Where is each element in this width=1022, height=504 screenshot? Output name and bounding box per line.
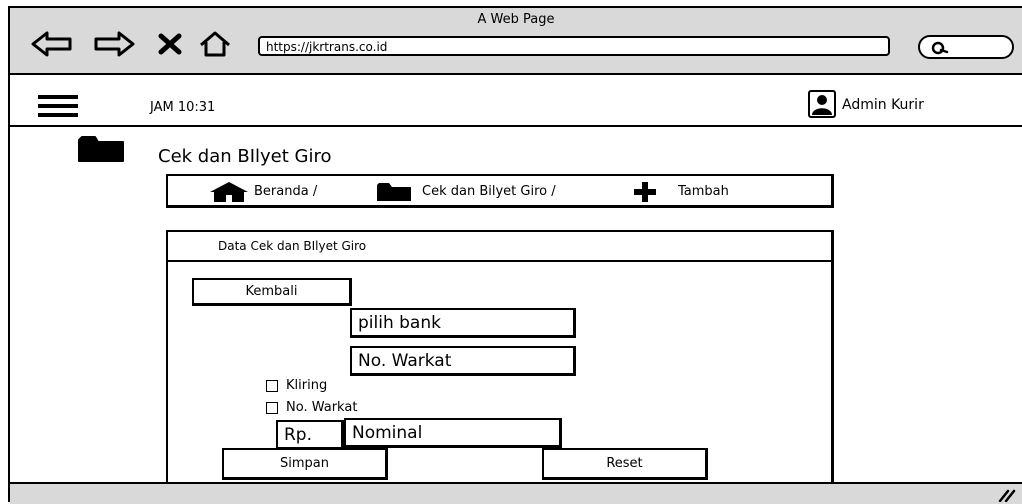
- page-title: Cek dan BIlyet Giro: [158, 146, 332, 167]
- kliring-label: Kliring: [286, 378, 328, 393]
- panel-header: Data Cek dan BIlyet Giro: [168, 232, 831, 262]
- form-panel: Data Cek dan BIlyet Giro Kembali pilih b…: [166, 230, 834, 500]
- browser-titlebar: A Web Page https://jkrtrans.co.id: [10, 8, 1022, 75]
- save-button[interactable]: Simpan: [222, 448, 388, 480]
- window-title: A Web Page: [477, 12, 555, 27]
- warkat-label: No. Warkat: [286, 400, 358, 415]
- browser-window: A Web Page https://jkrtrans.co.id JAM 10…: [8, 6, 1022, 504]
- status-bar: [10, 482, 1022, 504]
- currency-label: Rp.: [276, 420, 344, 450]
- clock-text: JAM 10:31: [150, 100, 216, 115]
- kliring-checkbox[interactable]: [266, 379, 278, 392]
- nominal-input[interactable]: Nominal: [344, 418, 562, 448]
- app-header: JAM 10:31 Admin Kurir: [10, 75, 1022, 127]
- avatar: [812, 95, 832, 115]
- reset-button[interactable]: Reset: [542, 448, 708, 480]
- breadcrumb-section[interactable]: Cek dan Bilyet Giro /: [422, 184, 556, 199]
- close-icon[interactable]: [158, 33, 182, 55]
- plus-icon: [634, 182, 656, 202]
- back-button[interactable]: Kembali: [192, 278, 352, 306]
- warkat-option[interactable]: No. Warkat: [266, 400, 357, 415]
- browser-search[interactable]: [918, 35, 1014, 59]
- folder-icon: [78, 136, 124, 162]
- breadcrumb-current: Tambah: [678, 184, 729, 199]
- warkat-input[interactable]: No. Warkat: [350, 346, 576, 376]
- user-name[interactable]: Admin Kurir: [842, 97, 924, 113]
- home-icon: [210, 182, 248, 202]
- resize-grip-icon[interactable]: [994, 486, 1016, 502]
- forward-arrow-icon[interactable]: [92, 30, 136, 58]
- back-arrow-icon[interactable]: [30, 30, 74, 58]
- breadcrumb-home[interactable]: Beranda /: [254, 184, 317, 199]
- warkat-checkbox[interactable]: [266, 401, 278, 414]
- folder-icon: [377, 183, 411, 201]
- url-input[interactable]: https://jkrtrans.co.id: [258, 36, 890, 56]
- search-icon: [931, 41, 949, 55]
- panel-title: Data Cek dan BIlyet Giro: [218, 239, 367, 253]
- kliring-option[interactable]: Kliring: [266, 378, 327, 393]
- home-icon[interactable]: [198, 30, 232, 58]
- bank-select[interactable]: pilih bank: [350, 308, 576, 338]
- breadcrumb: Beranda / Cek dan Bilyet Giro / Tambah: [166, 174, 834, 208]
- user-icon[interactable]: [808, 90, 836, 118]
- menu-icon[interactable]: [38, 95, 78, 117]
